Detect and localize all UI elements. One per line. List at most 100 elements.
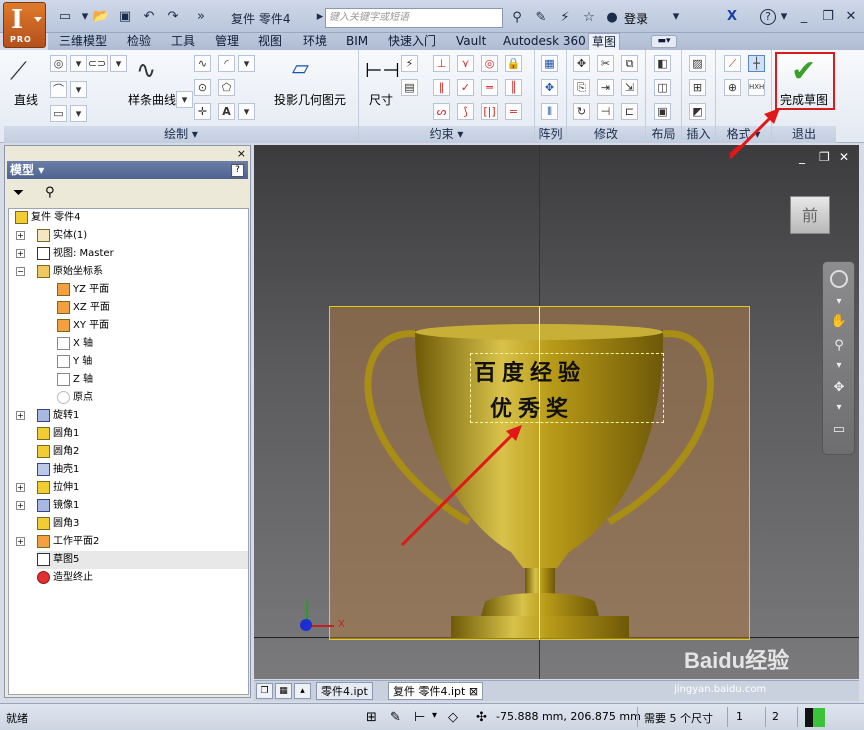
ellipse-icon[interactable]: ⊙ (194, 79, 211, 96)
fillet-icon[interactable]: ◜ (218, 55, 235, 72)
move-icon[interactable]: ✥ (573, 55, 590, 72)
expand-icon[interactable]: + (16, 501, 25, 510)
app-logo[interactable]: I PRO (3, 2, 46, 48)
tree-node-fillet1[interactable]: 圆角1 (37, 425, 79, 443)
construction-icon[interactable]: ⟋ (724, 55, 741, 72)
dropdown-arrow-icon[interactable]: ▾ (176, 91, 193, 108)
scale-icon[interactable]: ⧉ (621, 55, 638, 72)
tree-node-z-axis[interactable]: Z 轴 (57, 371, 93, 389)
grid-snap-icon[interactable]: ⊞ (366, 710, 377, 725)
dropdown-arrow-icon[interactable]: ▾ (238, 103, 255, 120)
show-constraints-icon[interactable]: ▤ (401, 79, 418, 96)
perpendicular-icon[interactable]: ⊥ (433, 55, 450, 72)
tree-node-root[interactable]: 复件 零件4 (15, 209, 81, 227)
tangent-icon[interactable]: ⋎ (457, 55, 474, 72)
tab-autodesk-360[interactable]: Autodesk 360 (503, 33, 586, 50)
tree-node-shell1[interactable]: 抽壳1 (37, 461, 79, 479)
driven-dimension-icon[interactable]: HXH (748, 79, 765, 96)
tree-node-extrude1[interactable]: + 拉伸1 (16, 479, 79, 497)
create-block-icon[interactable]: ▣ (654, 103, 671, 120)
centerline-icon[interactable]: ┼ (748, 55, 765, 72)
tree-node-mirror1[interactable]: + 镜像1 (16, 497, 79, 515)
binoculars-icon[interactable]: ⚲ (508, 10, 526, 25)
tree-node-yz-plane[interactable]: YZ 平面 (57, 281, 109, 299)
cascade-icon[interactable]: ❐ (256, 683, 273, 699)
expand-icon[interactable]: + (16, 537, 25, 546)
vertical-icon[interactable]: ║ (505, 79, 522, 96)
finish-sketch-button[interactable]: ✔ 完成草图 (775, 52, 835, 110)
line-icon[interactable]: ⟋ (10, 56, 40, 86)
equal-icon[interactable]: = (505, 103, 522, 120)
polygon-icon[interactable]: ⬠ (218, 79, 235, 96)
tree-node-y-axis[interactable]: Y 轴 (57, 353, 92, 371)
favorites-star-icon[interactable]: ☆ (580, 10, 598, 25)
make-part-icon[interactable]: ◧ (654, 55, 671, 72)
expand-icon[interactable]: + (16, 411, 25, 420)
tile-icon[interactable]: ▦ (275, 683, 292, 699)
more-icon[interactable]: » (192, 9, 210, 25)
point-icon[interactable]: ✛ (194, 103, 211, 120)
tree-node-origin-point[interactable]: 原点 (57, 389, 93, 407)
spline-icon[interactable]: ∿ (136, 54, 176, 86)
tab-3d-model[interactable]: 三维模型 (59, 33, 107, 50)
rectangle-icon[interactable]: ▭ (50, 105, 67, 122)
circle-icon[interactable]: ◎ (50, 55, 67, 72)
tree-node-revolve1[interactable]: + 旋转1 (16, 407, 79, 425)
group-modify-label[interactable]: 修改 (567, 126, 645, 143)
tab-tools[interactable]: 工具 (171, 33, 195, 50)
help-icon[interactable]: ? (760, 9, 776, 25)
copy-icon[interactable]: ⎘ (573, 79, 590, 96)
project-geometry-label[interactable]: 投影几何图元 (274, 91, 346, 108)
close-icon[interactable]: × (237, 147, 246, 160)
dimension-icon[interactable]: ⊢⊣ (365, 56, 400, 84)
doc-tab-part4[interactable]: 零件4.ipt (316, 682, 373, 700)
restore-icon[interactable]: ❐ (820, 9, 836, 25)
parallel-icon[interactable]: ∥ (433, 79, 450, 96)
browser-title-dropdown[interactable]: 模型 ▾ (7, 161, 248, 179)
filter-icon[interactable]: ⏷ (13, 185, 24, 201)
project-geometry-icon[interactable]: ▱ (292, 56, 322, 82)
tab-manage[interactable]: 管理 (215, 33, 239, 50)
arc-icon[interactable]: ⌒ (50, 81, 67, 98)
chevron-up-icon[interactable]: ▴ (294, 683, 311, 699)
mirror-icon[interactable]: ⫴ (541, 103, 558, 120)
tab-vault[interactable]: Vault (456, 33, 486, 50)
tree-node-end-of-part[interactable]: 造型终止 (37, 569, 93, 587)
dimension-label[interactable]: 尺寸 (369, 91, 393, 108)
tree-node-fillet3[interactable]: 圆角3 (37, 515, 79, 533)
redo-icon[interactable]: ↷ (164, 9, 182, 25)
save-icon[interactable]: ▣ (116, 9, 134, 25)
tree-node-xz-plane[interactable]: XZ 平面 (57, 299, 110, 317)
group-layout-label[interactable]: 布局 (646, 126, 681, 143)
group-constrain-label[interactable]: 约束 ▾ (359, 126, 534, 143)
user-icon[interactable]: ● (603, 10, 621, 25)
login-link[interactable]: 登录 (624, 10, 648, 27)
text-icon[interactable]: A (218, 103, 235, 120)
spline-label[interactable]: 样条曲线 (128, 91, 176, 108)
tab-inspect[interactable]: 检验 (127, 33, 151, 50)
minimize-icon[interactable]: _ (796, 9, 812, 25)
center-point-icon[interactable]: ⊕ (724, 79, 741, 96)
dimension-status-icon[interactable]: ⊢ (414, 710, 425, 725)
tree-node-x-axis[interactable]: X 轴 (57, 335, 93, 353)
binoculars-icon[interactable]: ⚲ (45, 185, 55, 200)
expand-icon[interactable]: + (16, 249, 25, 258)
tab-bim[interactable]: BIM (346, 33, 368, 50)
dropdown-arrow-icon[interactable]: ▾ (70, 55, 87, 72)
dropdown-arrow-icon[interactable]: ▾ (776, 9, 792, 25)
tab-view[interactable]: 视图 (258, 33, 282, 50)
panel-toggle-icon[interactable]: ▬▾ (651, 35, 677, 48)
group-draw-label[interactable]: 绘制 ▾ (4, 126, 358, 143)
slot-icon[interactable]: ⊂⊃ (86, 55, 108, 72)
tree-node-sketch5[interactable]: 草图5 (37, 551, 248, 569)
undo-icon[interactable]: ↶ (140, 9, 158, 25)
dropdown-arrow-icon[interactable]: ▾ (110, 55, 127, 72)
collinear-icon[interactable]: ⟆ (457, 103, 474, 120)
make-components-icon[interactable]: ◫ (654, 79, 671, 96)
help-icon[interactable]: ? (231, 164, 244, 177)
line-label[interactable]: 直线 (14, 91, 38, 108)
smooth-icon[interactable]: ᔕ (433, 103, 450, 120)
auto-dimension-icon[interactable]: ⚡ (401, 55, 418, 72)
close-icon[interactable]: ✕ (843, 9, 859, 25)
tree-node-fillet2[interactable]: 圆角2 (37, 443, 79, 461)
